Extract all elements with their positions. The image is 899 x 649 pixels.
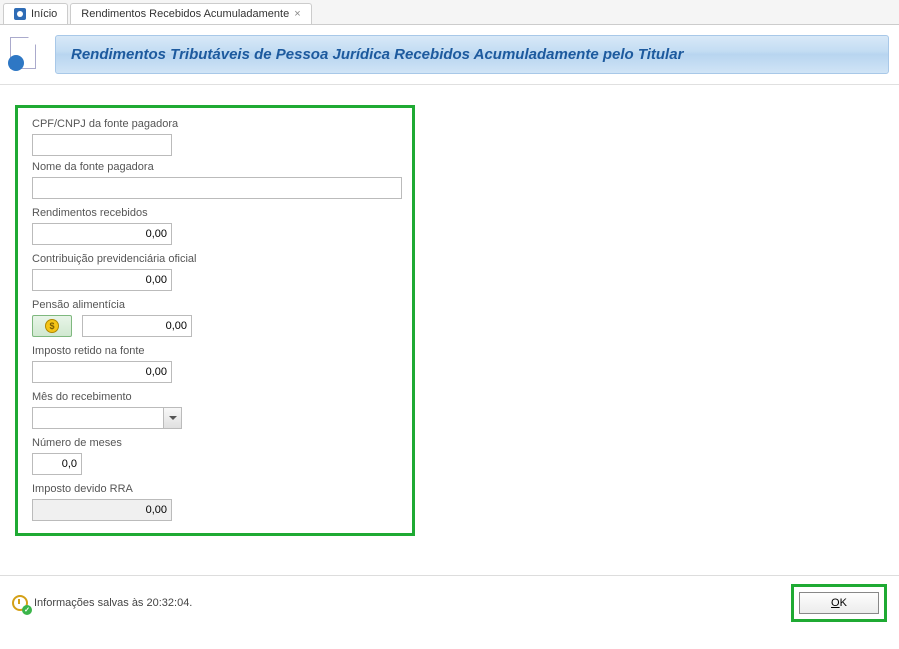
footer-bar: Informações salvas às 20:32:04. OK [0, 575, 899, 630]
title-bar: Rendimentos Tributáveis de Pessoa Jurídi… [55, 35, 889, 74]
imposto-devido-label: Imposto devido RRA [32, 483, 398, 495]
tab-bar: Início Rendimentos Recebidos Acumuladame… [0, 0, 899, 25]
ok-button[interactable]: OK [799, 592, 879, 614]
imposto-retido-label: Imposto retido na fonte [32, 345, 398, 357]
form-panel: CPF/CNPJ da fonte pagadora Nome da fonte… [15, 105, 415, 536]
contrib-input[interactable] [32, 269, 172, 291]
status-text: Informações salvas às 20:32:04. [34, 597, 192, 609]
page-document-icon [10, 37, 40, 72]
meses-label: Número de meses [32, 437, 398, 449]
pensao-label: Pensão alimentícia [32, 299, 398, 311]
tab-current-label: Rendimentos Recebidos Acumuladamente [81, 8, 289, 20]
cpf-label: CPF/CNPJ da fonte pagadora [32, 118, 398, 130]
mes-label: Mês do recebimento [32, 391, 398, 403]
coin-icon: $ [45, 319, 59, 333]
cpf-input-wrap[interactable] [32, 134, 172, 156]
close-icon[interactable]: × [294, 8, 300, 20]
check-icon [22, 605, 32, 615]
home-icon [14, 8, 26, 20]
meses-input[interactable] [32, 453, 82, 475]
mes-select[interactable] [32, 407, 182, 429]
ok-button-highlight: OK [791, 584, 887, 622]
rendimentos-input[interactable] [32, 223, 172, 245]
page-header: Rendimentos Tributáveis de Pessoa Jurídi… [0, 25, 899, 85]
tab-home[interactable]: Início [3, 3, 68, 24]
pensao-detail-button[interactable]: $ [32, 315, 72, 337]
imposto-retido-input[interactable] [32, 361, 172, 383]
rendimentos-label: Rendimentos recebidos [32, 207, 398, 219]
tab-current[interactable]: Rendimentos Recebidos Acumuladamente × [70, 3, 311, 24]
imposto-devido-input [32, 499, 172, 521]
contrib-label: Contribuição previdenciária oficial [32, 253, 398, 265]
nome-input[interactable] [32, 177, 402, 199]
page-title: Rendimentos Tributáveis de Pessoa Jurídi… [71, 46, 873, 63]
status-area: Informações salvas às 20:32:04. [12, 595, 192, 611]
pensao-input[interactable] [82, 315, 192, 337]
tab-home-label: Início [31, 8, 57, 20]
content-area: CPF/CNPJ da fonte pagadora Nome da fonte… [0, 85, 899, 575]
nome-label: Nome da fonte pagadora [32, 161, 398, 173]
